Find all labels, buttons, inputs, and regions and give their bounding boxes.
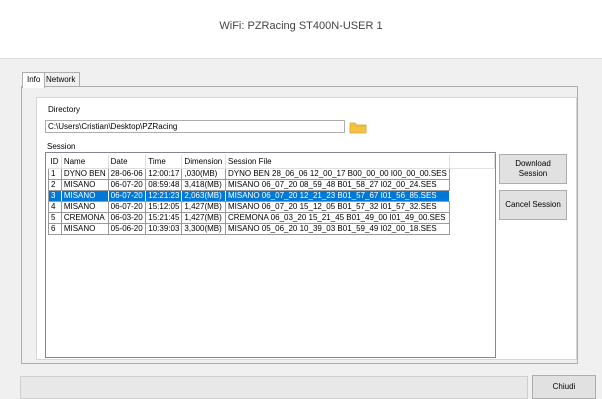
cell-session-file: MISANO 05_06_20 10_39_03 B01_59_49 I02_0…: [225, 223, 450, 235]
cell-name: MISANO: [61, 190, 109, 202]
directory-label: Directory: [48, 105, 81, 114]
cell-id: 3: [48, 190, 62, 202]
cell-dimension: 2,063(MB): [181, 190, 226, 202]
column-header-session-file[interactable]: Session File: [225, 155, 450, 169]
table-row[interactable]: 1 DYNO BEN 28-06-06 12:00:17 ,030(MB) DY…: [48, 168, 495, 180]
session-grid[interactable]: ID Name Date Time Dimension Session File…: [45, 152, 496, 358]
cell-name: MISANO: [61, 201, 109, 213]
directory-input[interactable]: [45, 120, 345, 133]
cell-name: MISANO: [61, 223, 109, 235]
cell-dimension: 3,300(MB): [181, 223, 226, 235]
table-row[interactable]: 4 MISANO 06-07-20 15:12:05 1,427(MB) MIS…: [48, 201, 495, 213]
cell-time: 12:21:23: [145, 190, 183, 202]
cell-date: 05-06-20: [108, 223, 147, 235]
tab-network[interactable]: Network: [41, 72, 81, 87]
download-session-button[interactable]: Download Session: [499, 154, 567, 184]
column-header-date[interactable]: Date: [108, 155, 147, 169]
cell-time: 08:59:48: [145, 179, 183, 191]
cell-time: 12:00:17: [145, 168, 183, 180]
table-row[interactable]: 2 MISANO 06-07-20 08:59:48 3,418(MB) MIS…: [48, 179, 495, 191]
column-header-name[interactable]: Name: [61, 155, 109, 169]
cell-date: 06-07-20: [108, 190, 147, 202]
cell-name: MISANO: [61, 179, 109, 191]
cell-date: 06-07-20: [108, 179, 147, 191]
column-header-time[interactable]: Time: [145, 155, 183, 169]
cell-dimension: ,030(MB): [181, 168, 226, 180]
cell-session-file: DYNO BEN 28_06_06 12_00_17 B00_00_00 I00…: [225, 168, 450, 180]
session-label: Session: [47, 142, 76, 151]
cell-time: 10:39:03: [145, 223, 183, 235]
cell-id: 2: [48, 179, 62, 191]
cell-session-file: CREMONA 06_03_20 15_21_45 B01_49_00 I01_…: [225, 212, 450, 224]
cell-time: 15:21:45: [145, 212, 183, 224]
cell-name: DYNO BEN: [61, 168, 109, 180]
cell-id: 5: [48, 212, 62, 224]
folder-icon[interactable]: [349, 120, 367, 134]
cancel-session-button[interactable]: Cancel Session: [499, 190, 567, 220]
window-title-bar: WiFi: PZRacing ST400N-USER 1: [0, 0, 602, 59]
cell-session-file: MISANO 06_07_20 12_21_23 B01_57_67 I01_5…: [225, 190, 450, 202]
cell-dimension: 1,427(MB): [181, 201, 226, 213]
cell-id: 4: [48, 201, 62, 213]
column-header-dimension[interactable]: Dimension: [181, 155, 226, 169]
table-row[interactable]: 5 CREMONA 06-03-20 15:21:45 1,427(MB) CR…: [48, 212, 495, 224]
column-header-id[interactable]: ID: [48, 155, 62, 169]
table-row[interactable]: 6 MISANO 05-06-20 10:39:03 3,300(MB) MIS…: [48, 223, 495, 235]
session-table: ID Name Date Time Dimension Session File…: [48, 155, 495, 235]
cell-session-file: MISANO 06_07_20 08_59_48 B01_58_27 I02_0…: [225, 179, 450, 191]
tab-info[interactable]: Info: [22, 72, 46, 88]
cell-id: 6: [48, 223, 62, 235]
cell-date: 28-06-06: [108, 168, 147, 180]
cell-date: 06-07-20: [108, 201, 147, 213]
cell-dimension: 3,418(MB): [181, 179, 226, 191]
cell-time: 15:12:05: [145, 201, 183, 213]
status-bar: [20, 376, 528, 399]
cell-dimension: 1,427(MB): [181, 212, 226, 224]
cell-id: 1: [48, 168, 62, 180]
cell-session-file: MISANO 06_07_20 15_12_05 B01_57_32 I01_5…: [225, 201, 450, 213]
table-row-selected[interactable]: 3 MISANO 06-07-20 12:21:23 2,063(MB) MIS…: [48, 190, 495, 202]
cell-date: 06-03-20: [108, 212, 147, 224]
close-button[interactable]: Chiudi: [532, 375, 596, 399]
column-header-filler: [449, 155, 495, 169]
window-title: WiFi: PZRacing ST400N-USER 1: [219, 20, 383, 32]
cell-name: CREMONA: [61, 212, 109, 224]
